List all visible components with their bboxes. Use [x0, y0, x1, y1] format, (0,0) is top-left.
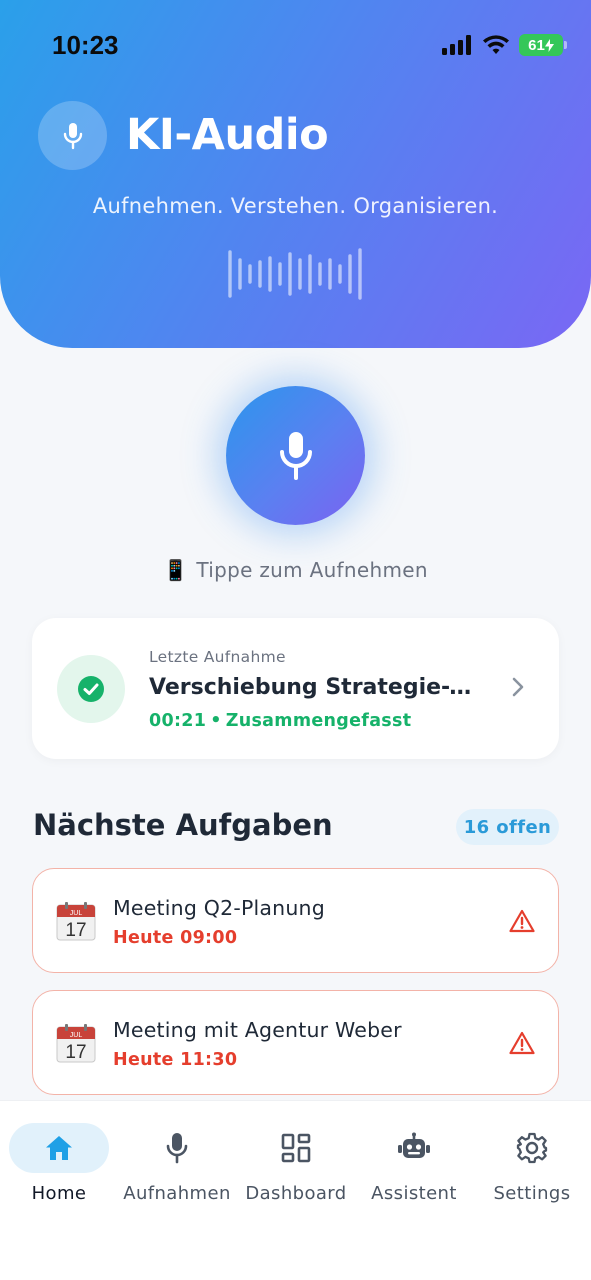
- waveform-icon: [228, 248, 362, 300]
- task-item[interactable]: JUL 17 Meeting Q2-Planung Heute 09:00: [32, 868, 559, 973]
- tab-assistent-icon-wrap: [364, 1123, 464, 1173]
- tab-settings[interactable]: Settings: [477, 1101, 587, 1221]
- open-tasks-badge: 16 offen: [456, 809, 559, 845]
- mic-icon: [166, 1133, 188, 1164]
- app-logo: [38, 101, 107, 170]
- tab-dashboard-icon-wrap: [246, 1123, 346, 1173]
- app-header: 10:23 61 KI-Audio Aufnehmen. Verstehen. …: [0, 0, 591, 348]
- home-icon: [46, 1136, 72, 1160]
- task-title: Meeting mit Agentur Weber: [113, 1018, 402, 1042]
- chevron-right-icon: [512, 677, 524, 697]
- dashboard-icon: [281, 1133, 311, 1163]
- record-hint-text: Tippe zum Aufnehmen: [196, 558, 428, 582]
- phone-icon: 📱: [163, 558, 189, 582]
- tab-home-label: Home: [31, 1183, 87, 1204]
- meta-separator: •: [210, 711, 222, 731]
- tab-dashboard-label: Dashboard: [245, 1183, 347, 1204]
- bottom-tab-bar: Home Aufnahmen Dashboard Assistent Setti…: [0, 1100, 591, 1280]
- task-time: Heute 09:00: [113, 928, 238, 948]
- last-recording-card[interactable]: Letzte Aufnahme Verschiebung Strategie-W…: [32, 618, 559, 759]
- calendar-day: 17: [65, 1042, 86, 1063]
- last-recording-duration: 00:21: [149, 711, 207, 731]
- record-button[interactable]: [226, 386, 365, 525]
- warning-icon: [509, 1031, 535, 1055]
- tasks-section-title: Nächste Aufgaben: [33, 808, 333, 842]
- signal-icon: [442, 35, 471, 55]
- tab-settings-label: Settings: [493, 1183, 571, 1204]
- app-subtitle: Aufnehmen. Verstehen. Organisieren.: [92, 194, 499, 218]
- warning-icon: [509, 909, 535, 933]
- tab-aufnahmen-label: Aufnahmen: [123, 1183, 231, 1204]
- tab-home[interactable]: Home: [9, 1101, 109, 1221]
- battery-indicator: 61: [519, 34, 567, 56]
- status-time: 10:23: [52, 30, 119, 60]
- tab-assistent-label: Assistent: [371, 1183, 457, 1204]
- check-circle-icon: [78, 676, 104, 702]
- app-title: KI-Audio: [126, 110, 329, 160]
- record-hint: 📱 Tippe zum Aufnehmen: [0, 558, 591, 582]
- tab-dashboard[interactable]: Dashboard: [241, 1101, 351, 1221]
- task-item[interactable]: JUL 17 Meeting mit Agentur Weber Heute 1…: [32, 990, 559, 1095]
- tab-settings-icon-wrap: [482, 1123, 582, 1173]
- tab-home-highlight: [9, 1123, 109, 1173]
- last-recording-meta: 00:21 • Zusammengefasst: [149, 711, 411, 731]
- mic-icon: [63, 122, 82, 149]
- last-recording-status: Zusammengefasst: [225, 711, 412, 731]
- last-recording-title: Verschiebung Strategie-Workshop: [149, 675, 494, 700]
- battery-level: 61: [528, 36, 545, 54]
- gear-icon: [516, 1132, 548, 1164]
- wifi-icon: [483, 35, 509, 54]
- task-title: Meeting Q2-Planung: [113, 896, 325, 920]
- calendar-month: JUL: [70, 1032, 83, 1039]
- calendar-icon: JUL 17: [56, 1024, 96, 1063]
- status-icon-wrap: [57, 655, 125, 723]
- calendar-month: JUL: [70, 910, 83, 917]
- mic-icon: [279, 431, 312, 480]
- tab-aufnahmen[interactable]: Aufnahmen: [122, 1101, 232, 1221]
- tab-aufnahmen-icon-wrap: [127, 1123, 227, 1173]
- tab-assistent[interactable]: Assistent: [359, 1101, 469, 1221]
- status-icons: 61: [441, 34, 567, 56]
- calendar-icon: JUL 17: [56, 902, 96, 941]
- robot-icon: [398, 1132, 430, 1158]
- last-recording-label: Letzte Aufnahme: [149, 648, 286, 666]
- task-time: Heute 11:30: [113, 1050, 238, 1070]
- charging-bolt-icon: [544, 38, 554, 52]
- calendar-day: 17: [65, 920, 86, 941]
